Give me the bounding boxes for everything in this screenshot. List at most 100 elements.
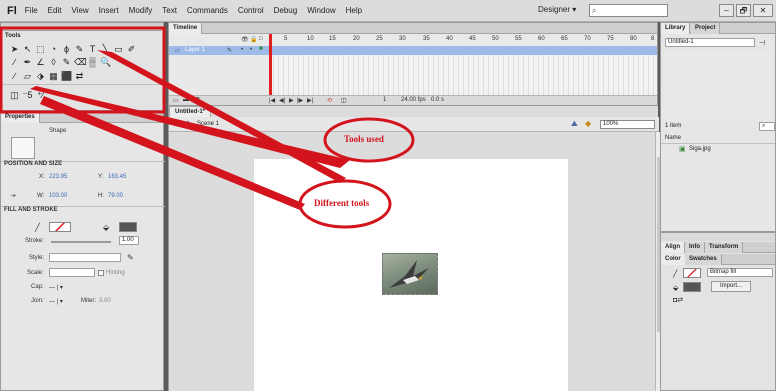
properties-tab[interactable]: Properties <box>1 112 40 123</box>
text-tool-icon[interactable]: T <box>87 44 98 55</box>
prev-frame-icon[interactable]: ◀| <box>279 97 285 104</box>
lock-ratio-icon[interactable]: ⟛ <box>11 193 16 200</box>
swatches-tab[interactable]: Swatches <box>685 254 722 265</box>
edit-style-icon[interactable]: ✎ <box>127 253 134 262</box>
y-value[interactable]: 163.45 <box>108 174 126 180</box>
fill-bucket-icon[interactable]: ⬙ <box>103 223 109 232</box>
pencil-tool-icon[interactable]: ✐ <box>126 44 137 55</box>
position-size-heading[interactable]: POSITION AND SIZE <box>4 161 62 167</box>
brush-tool-icon[interactable]: ∕ <box>9 57 20 68</box>
back-arrow-icon[interactable]: ◀ <box>174 120 179 128</box>
delete-layer-icon[interactable]: 🗑 <box>193 97 201 104</box>
lock-icon[interactable]: 🔒 <box>250 36 257 43</box>
stroke-width-field[interactable]: 1.00 <box>119 236 139 245</box>
new-layer-icon[interactable]: ▭ <box>173 97 179 104</box>
x-value[interactable]: 223.95 <box>49 174 67 180</box>
bone-tool-icon[interactable]: ∠ <box>35 57 46 68</box>
miter-value[interactable]: 3.00 <box>99 298 111 304</box>
minimize-button[interactable]: – <box>719 4 734 17</box>
scene-name[interactable]: Scene 1 <box>197 121 219 127</box>
free-transform-tool-icon[interactable]: ⬚ <box>35 44 46 55</box>
stroke-swatch[interactable] <box>49 222 71 232</box>
library-search-input[interactable]: ⌕ <box>759 122 775 131</box>
style-dropdown[interactable] <box>49 253 121 262</box>
swap-colors-icon[interactable]: ⇄ <box>74 71 85 82</box>
zoom-tool-icon[interactable]: 🔍 <box>100 57 111 68</box>
w-value[interactable]: 103.00 <box>49 193 67 199</box>
scale-dropdown[interactable] <box>49 268 95 277</box>
outline-swatch-icon[interactable]: ■ <box>259 46 263 52</box>
zoom-dropdown[interactable]: 100% <box>600 120 655 129</box>
align-tab[interactable]: Align <box>661 242 685 253</box>
library-document-select[interactable]: Untitled-1 <box>665 38 755 47</box>
deco-tool-icon[interactable]: ✒ <box>22 57 33 68</box>
bird-bitmap-image[interactable] <box>382 253 438 295</box>
play-icon[interactable]: ▶ <box>289 97 294 104</box>
timeline-tab[interactable]: Timeline <box>169 23 203 34</box>
stroke-slider[interactable] <box>51 241 111 243</box>
layer-name[interactable]: Layer 1 <box>185 47 205 53</box>
straighten-icon[interactable]: ⁺⁄ <box>35 90 46 101</box>
menu-edit[interactable]: Edit <box>48 6 62 15</box>
menu-debug[interactable]: Debug <box>274 6 298 15</box>
rectangle-tool-icon[interactable]: ▭ <box>113 44 124 55</box>
lock-dot-icon[interactable]: • <box>250 47 252 53</box>
paint-bucket-tool-icon[interactable]: ◊ <box>48 57 59 68</box>
eraser-tool-icon[interactable]: ⌫ <box>74 57 87 68</box>
new-folder-icon[interactable]: ▬ <box>183 97 189 103</box>
onion-skin-icon[interactable]: ◫ <box>341 97 347 104</box>
info-tab[interactable]: Info <box>685 242 705 253</box>
menu-modify[interactable]: Modify <box>129 6 153 15</box>
subselection-tool-icon[interactable]: ↖ <box>22 44 33 55</box>
menu-file[interactable]: File <box>25 6 38 15</box>
color-tab[interactable]: Color <box>661 254 686 265</box>
smooth-icon[interactable]: ⁻5 <box>22 90 33 101</box>
menu-control[interactable]: Control <box>238 6 264 15</box>
stroke-color-icon[interactable]: ╱ <box>673 270 677 278</box>
stroke-color-icon[interactable]: ∕ <box>9 71 20 82</box>
help-search-input[interactable]: ⌕ <box>589 4 668 17</box>
fill-stroke-heading[interactable]: FILL AND STROKE <box>4 207 58 213</box>
layer-row[interactable]: ▱ Layer 1 ✎ • • ■ <box>169 46 657 55</box>
first-frame-icon[interactable]: |◀ <box>269 97 275 104</box>
line-tool-icon[interactable]: ╲ <box>100 44 111 55</box>
lasso-tool-icon[interactable]: ϕ <box>61 44 72 55</box>
import-button[interactable]: Import... <box>711 281 751 292</box>
playhead[interactable] <box>269 34 272 95</box>
black-white-icon[interactable]: ⬛ <box>61 71 72 82</box>
eyedropper-tool-icon[interactable]: ✎ <box>61 57 72 68</box>
outline-icon[interactable]: □ <box>259 36 263 42</box>
menu-text[interactable]: Text <box>162 6 177 15</box>
h-value[interactable]: 79.00 <box>108 193 123 199</box>
selection-tool-icon[interactable]: ➤ <box>9 44 20 55</box>
stroke-swatch[interactable] <box>683 268 701 278</box>
menu-window[interactable]: Window <box>307 6 335 15</box>
hand-tool-icon[interactable]: ▒ <box>87 57 98 68</box>
menu-view[interactable]: View <box>71 6 88 15</box>
3d-rotation-tool-icon[interactable]: ◔ <box>48 44 59 55</box>
document-tab[interactable]: Untitled-1* <box>169 106 211 117</box>
fill-color-icon[interactable]: ⬗ <box>35 71 46 82</box>
close-button[interactable]: ✕ <box>753 4 773 17</box>
edit-scene-icon[interactable]: ⛰ <box>571 119 578 129</box>
library-item[interactable]: Siga.jpg <box>689 146 711 152</box>
fill-swatch-icon[interactable]: ▦ <box>48 71 59 82</box>
edit-symbol-icon[interactable]: ◆ <box>585 119 591 128</box>
cap-dropdown[interactable]: — | ▾ <box>49 284 63 291</box>
menu-commands[interactable]: Commands <box>187 6 228 15</box>
show-hide-icon[interactable]: 👁 <box>241 36 249 43</box>
join-dropdown[interactable]: — | ▾ <box>49 298 63 305</box>
fill-bucket-icon[interactable]: ⬙ <box>673 284 678 292</box>
menu-help[interactable]: Help <box>346 6 362 15</box>
stroke-swatch-icon[interactable]: ▱ <box>22 71 33 82</box>
project-tab[interactable]: Project <box>691 23 721 34</box>
pen-tool-icon[interactable]: ✎ <box>74 44 85 55</box>
menu-insert[interactable]: Insert <box>99 6 119 15</box>
hinting-checkbox[interactable] <box>98 270 104 276</box>
frame-rate[interactable]: 24.00 fps <box>401 97 426 103</box>
fill-type-dropdown[interactable]: Bitmap fill <box>707 268 773 277</box>
last-frame-icon[interactable]: ▶| <box>307 97 313 104</box>
name-column-header[interactable]: Name <box>665 135 681 141</box>
loop-icon[interactable]: ⟲ <box>327 97 332 104</box>
stroke-color-icon[interactable]: ╱ <box>35 223 40 232</box>
